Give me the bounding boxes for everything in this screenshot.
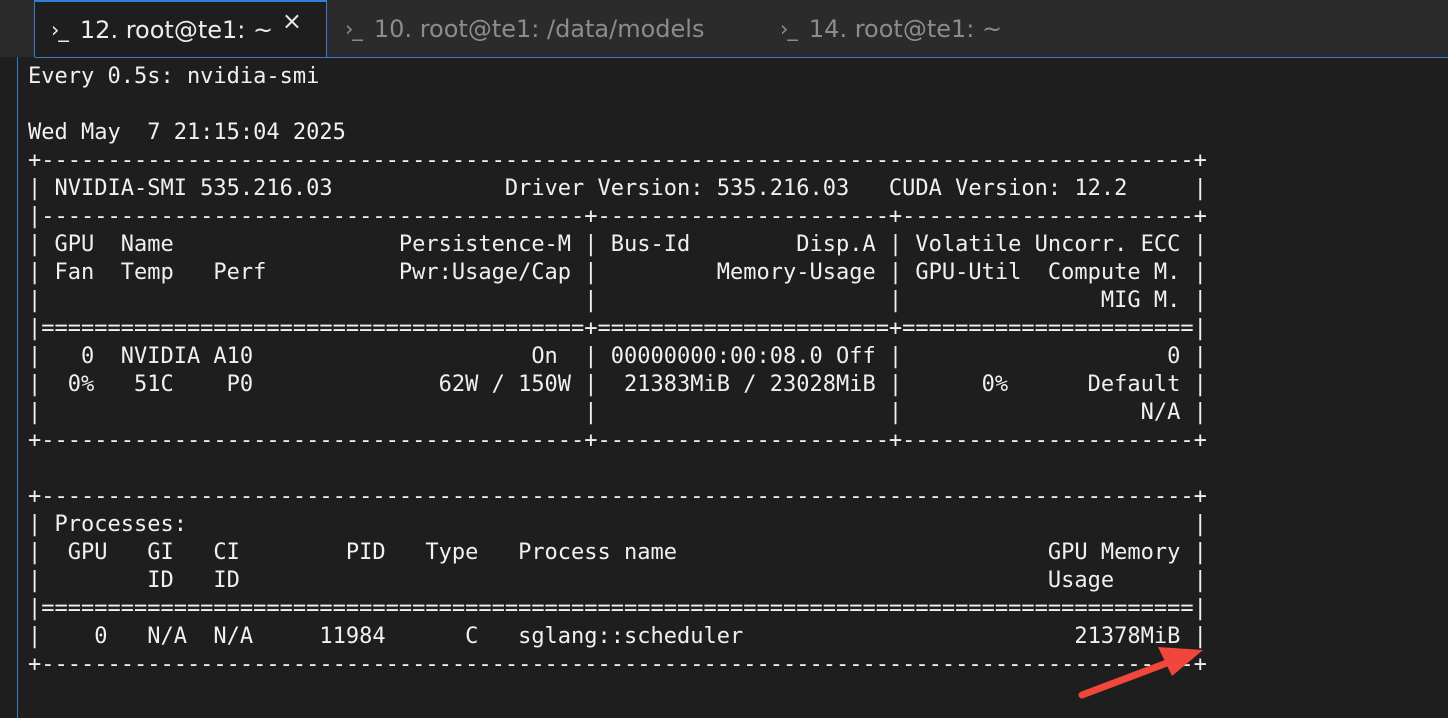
- processes-header-line: | ID ID Usage |: [28, 568, 1207, 593]
- version-line: | NVIDIA-SMI 535.216.03 Driver Version: …: [28, 176, 1207, 201]
- processes-header-line: | GPU GI CI PID Type Process name GPU Me…: [28, 540, 1207, 565]
- gpu-header-line: | | | MIG M. |: [28, 288, 1207, 313]
- table-separator-line: |=======================================…: [28, 316, 1207, 341]
- tab-label: 12. root@te1: ~: [79, 16, 274, 44]
- terminal-prompt-icon: ›_: [780, 16, 798, 41]
- gpu-row-line: | | | N/A |: [28, 400, 1207, 425]
- table-border-line: +---------------------------------------…: [28, 484, 1207, 509]
- process-row-line: | 0 N/A N/A 11984 C sglang::scheduler 21…: [28, 624, 1207, 649]
- terminal-output[interactable]: Every 0.5s: nvidia-smi Wed May 7 21:15:04…: [28, 63, 1207, 679]
- timestamp-line: Wed May 7 21:15:04 2025: [28, 120, 346, 145]
- terminal-prompt-icon: ›_: [345, 16, 363, 41]
- tab-label: 14. root@te1: ~: [808, 14, 1003, 43]
- close-icon[interactable]: ×: [282, 7, 302, 35]
- tab-root-te1-home-14[interactable]: ›_ 14. root@te1: ~: [780, 0, 1080, 57]
- processes-title-line: | Processes: |: [28, 512, 1207, 537]
- table-separator-line: |=======================================…: [28, 596, 1207, 621]
- tab-bar: ›_ 12. root@te1: ~ × ›_ 10. root@te1: /d…: [0, 0, 1448, 58]
- tab-root-te1-data-models-10[interactable]: ›_ 10. root@te1: /data/models: [345, 0, 755, 57]
- table-border-line: +---------------------------------------…: [28, 148, 1207, 173]
- tab-label: 10. root@te1: /data/models: [373, 14, 705, 43]
- watch-header-line: Every 0.5s: nvidia-smi: [28, 64, 320, 89]
- tab-root-te1-home-12[interactable]: ›_ 12. root@te1: ~ ×: [34, 0, 327, 58]
- gpu-header-line: | GPU Name Persistence-M | Bus-Id Disp.A…: [28, 232, 1207, 257]
- table-separator-line: |---------------------------------------…: [28, 204, 1207, 229]
- gpu-row-line: | 0 NVIDIA A10 On | 00000000:00:08.0 Off…: [28, 344, 1207, 369]
- table-border-line: +---------------------------------------…: [28, 652, 1207, 677]
- terminal-prompt-icon: ›_: [51, 18, 69, 42]
- gpu-header-line: | Fan Temp Perf Pwr:Usage/Cap | Memory-U…: [28, 260, 1207, 285]
- gpu-row-line: | 0% 51C P0 62W / 150W | 21383MiB / 2302…: [28, 372, 1207, 397]
- table-border-line: +---------------------------------------…: [28, 428, 1207, 453]
